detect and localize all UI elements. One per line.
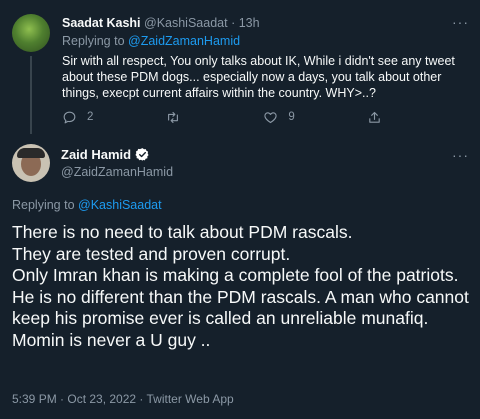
main-tweet-line-3: Only Imran khan is making a complete foo… <box>12 265 459 286</box>
parent-author-name[interactable]: Saadat Kashi <box>62 16 141 30</box>
verified-badge-icon <box>135 148 149 161</box>
thread-connector-line <box>30 56 32 134</box>
like-count: 9 <box>288 111 295 123</box>
parent-tweet-time[interactable]: 13h <box>239 16 260 30</box>
tweet-timestamp-source[interactable]: 5:39 PM · Oct 23, 2022 · Twitter Web App <box>12 392 234 406</box>
avatar-cap <box>17 148 45 158</box>
main-author-avatar[interactable] <box>12 144 50 182</box>
main-replying-to: Replying to @KashiSaadat <box>12 198 162 212</box>
main-author-name[interactable]: Zaid Hamid <box>61 147 131 162</box>
main-tweet-line-2: They are tested and proven corrupt. <box>12 243 291 264</box>
retweet-button[interactable] <box>165 110 191 125</box>
parent-more-options-icon[interactable]: ··· <box>452 14 469 30</box>
main-replying-to-handle[interactable]: @KashiSaadat <box>78 198 162 212</box>
reply-icon <box>63 111 76 123</box>
reply-button[interactable]: 2 <box>62 110 93 125</box>
retweet-icon <box>168 111 179 123</box>
main-tweet-line-4: He is no different than the PDM rascals.… <box>12 286 469 350</box>
main-tweet-line-1: There is no need to talk about PDM rasca… <box>12 222 353 242</box>
heart-icon <box>264 111 278 123</box>
main-author-handle[interactable]: @ZaidZamanHamid <box>61 165 173 179</box>
parent-replying-to-handle[interactable]: @ZaidZamanHamid <box>128 34 240 48</box>
parent-author-handle[interactable]: @KashiSaadat <box>144 16 228 30</box>
share-icon <box>369 111 380 123</box>
header-separator: · <box>231 16 236 30</box>
main-more-options-icon[interactable]: ··· <box>452 147 469 163</box>
parent-tweet-actions: 2 9 <box>62 108 462 126</box>
main-author-name-row: Zaid Hamid <box>61 147 150 162</box>
parent-author-avatar[interactable] <box>12 14 50 52</box>
main-tweet-text: There is no need to talk about PDM rasca… <box>12 222 474 352</box>
parent-tweet-text: Sir with all respect, You only talks abo… <box>62 54 455 100</box>
parent-replying-prefix: Replying to <box>62 34 129 48</box>
reply-count: 2 <box>87 111 94 123</box>
parent-tweet-header: Saadat Kashi @KashiSaadat · 13h <box>62 16 260 30</box>
parent-replying-to: Replying to @ZaidZamanHamid <box>62 34 240 48</box>
share-button[interactable] <box>367 110 382 125</box>
like-button[interactable]: 9 <box>263 110 295 125</box>
main-replying-prefix: Replying to <box>12 198 79 212</box>
